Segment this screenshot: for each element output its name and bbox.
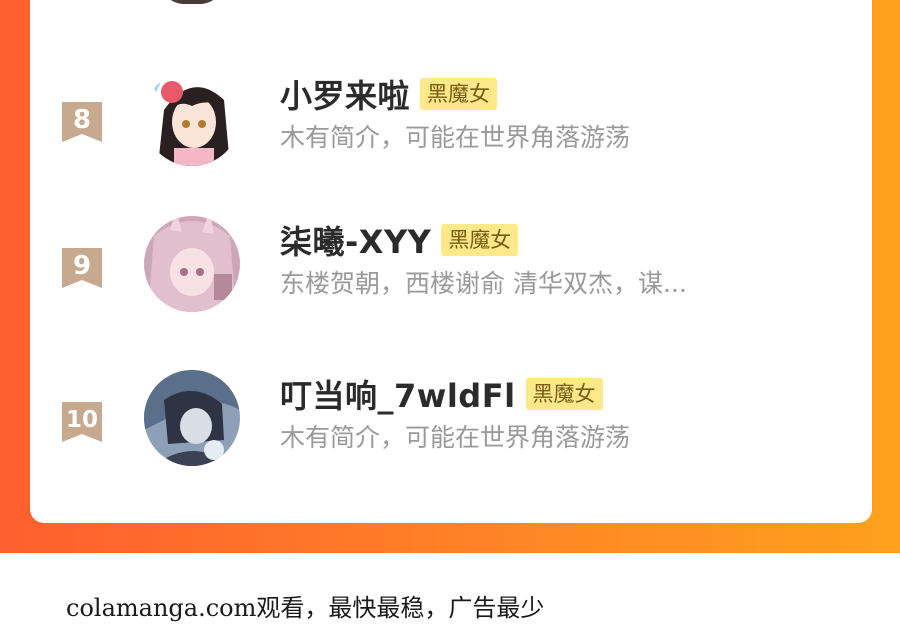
username[interactable]: 小罗来啦 (280, 71, 410, 117)
list-item[interactable]: 9 柒曦-XYY 黑魔女 东楼贺朝，西楼谢俞 清华双杰，谋... (30, 216, 872, 326)
name-line: 小罗来啦 黑魔女 (280, 71, 498, 117)
status-badge: 黑魔女 (441, 224, 519, 256)
rank-number: 8 (72, 105, 92, 135)
watermark-text: colamanga.com观看，最快最稳，广告最少 (66, 594, 545, 622)
rank-number: 10 (65, 407, 98, 433)
avatar[interactable] (144, 370, 240, 466)
user-description: 木有简介，可能在世界角落游荡 (280, 123, 631, 152)
username[interactable]: 柒曦-XYY (280, 217, 431, 263)
status-badge: 黑魔女 (420, 78, 498, 110)
user-description: 东楼贺朝，西楼谢俞 清华双杰，谋... (280, 269, 687, 298)
list-item[interactable]: 10 叮当响_7wldFl 黑魔女 木有简介，可能在世界角落游荡 (30, 370, 872, 480)
avatar[interactable] (144, 216, 240, 312)
username[interactable]: 叮当响_7wldFl (280, 371, 516, 417)
name-line: 叮当响_7wldFl 黑魔女 (280, 371, 603, 417)
rank-number: 9 (72, 251, 92, 281)
name-line: 柒曦-XYY 黑魔女 (280, 217, 519, 263)
user-description: 木有简介，可能在世界角落游荡 (280, 423, 631, 452)
rank-badge: 8 (60, 100, 104, 144)
status-badge: 黑魔女 (525, 378, 603, 410)
rank-badge: 9 (60, 246, 104, 290)
list-item[interactable]: 8 小罗来啦 黑魔女 木有简介，可能在世界角落游荡 (30, 70, 872, 180)
rank-badge: 10 (60, 400, 104, 444)
avatar[interactable] (144, 70, 240, 166)
